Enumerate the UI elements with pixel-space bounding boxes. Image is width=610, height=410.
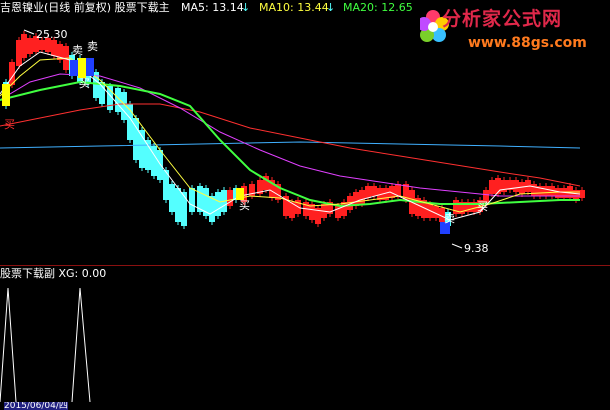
signal-candle: [70, 60, 78, 76]
candle: [489, 180, 495, 194]
buy-marker: 买: [477, 200, 488, 213]
sell-marker: 卖: [87, 40, 98, 53]
signals-layer: [2, 29, 463, 249]
stock-chart-window: 吉恩镍业(日线 前复权) 股票下载主 MA5: 13.14 ↓ MA10: 13…: [0, 0, 610, 410]
sub-panel-title: 股票下载副 XG: 0.00: [0, 267, 107, 280]
high-price-label: 25.30: [36, 28, 68, 41]
buy-marker: 买: [79, 77, 90, 90]
logo-url: www.88gs.com: [468, 35, 587, 51]
candle: [365, 186, 371, 198]
candle: [169, 184, 175, 212]
candle: [209, 196, 215, 222]
candle: [215, 192, 221, 216]
signal-candle: [2, 84, 10, 106]
ma5-arrow-icon: ↓: [241, 1, 251, 14]
date-bar: 2015/06/04/四: [4, 402, 68, 410]
candle: [157, 150, 163, 180]
ma10-arrow-icon: ↓: [326, 1, 336, 14]
candle: [151, 146, 157, 176]
sell-marker: 卖: [444, 212, 455, 225]
candle: [371, 186, 377, 196]
ma-blue-line: [0, 141, 581, 149]
candle: [181, 192, 187, 226]
buy-marker: 买: [4, 118, 15, 131]
kline-chart[interactable]: [0, 0, 610, 410]
low-price-label: 9.38: [464, 242, 489, 255]
signal-candle: [78, 58, 86, 78]
high-pointer: [23, 29, 35, 35]
ma5-label: MA5: 13.14: [181, 1, 244, 14]
ma-red-line: [0, 103, 581, 187]
candle: [519, 182, 525, 194]
signal-candle: [86, 58, 94, 76]
chart-title: 吉恩镍业(日线 前复权) 股票下载主: [0, 1, 170, 14]
logo-text: 分析家公式网: [442, 8, 563, 30]
sell-marker: 卖: [72, 44, 83, 57]
low-pointer: [451, 243, 463, 249]
candle: [189, 188, 195, 212]
sub-indicator-layer: [0, 287, 91, 403]
ma20-line: [0, 73, 580, 197]
xg-spike: [0, 287, 17, 403]
ma10-label: MA10: 13.44: [259, 1, 329, 14]
candle: [531, 184, 537, 196]
candle: [513, 180, 519, 192]
candle: [543, 186, 549, 196]
candle: [21, 34, 27, 58]
candle: [359, 190, 365, 204]
xg-spike: [71, 287, 91, 403]
candle: [175, 188, 181, 222]
ma20-label: MA20: 12.65: [343, 1, 413, 14]
buy-marker: 买: [239, 199, 250, 212]
candle: [27, 38, 33, 54]
candle: [395, 184, 401, 196]
